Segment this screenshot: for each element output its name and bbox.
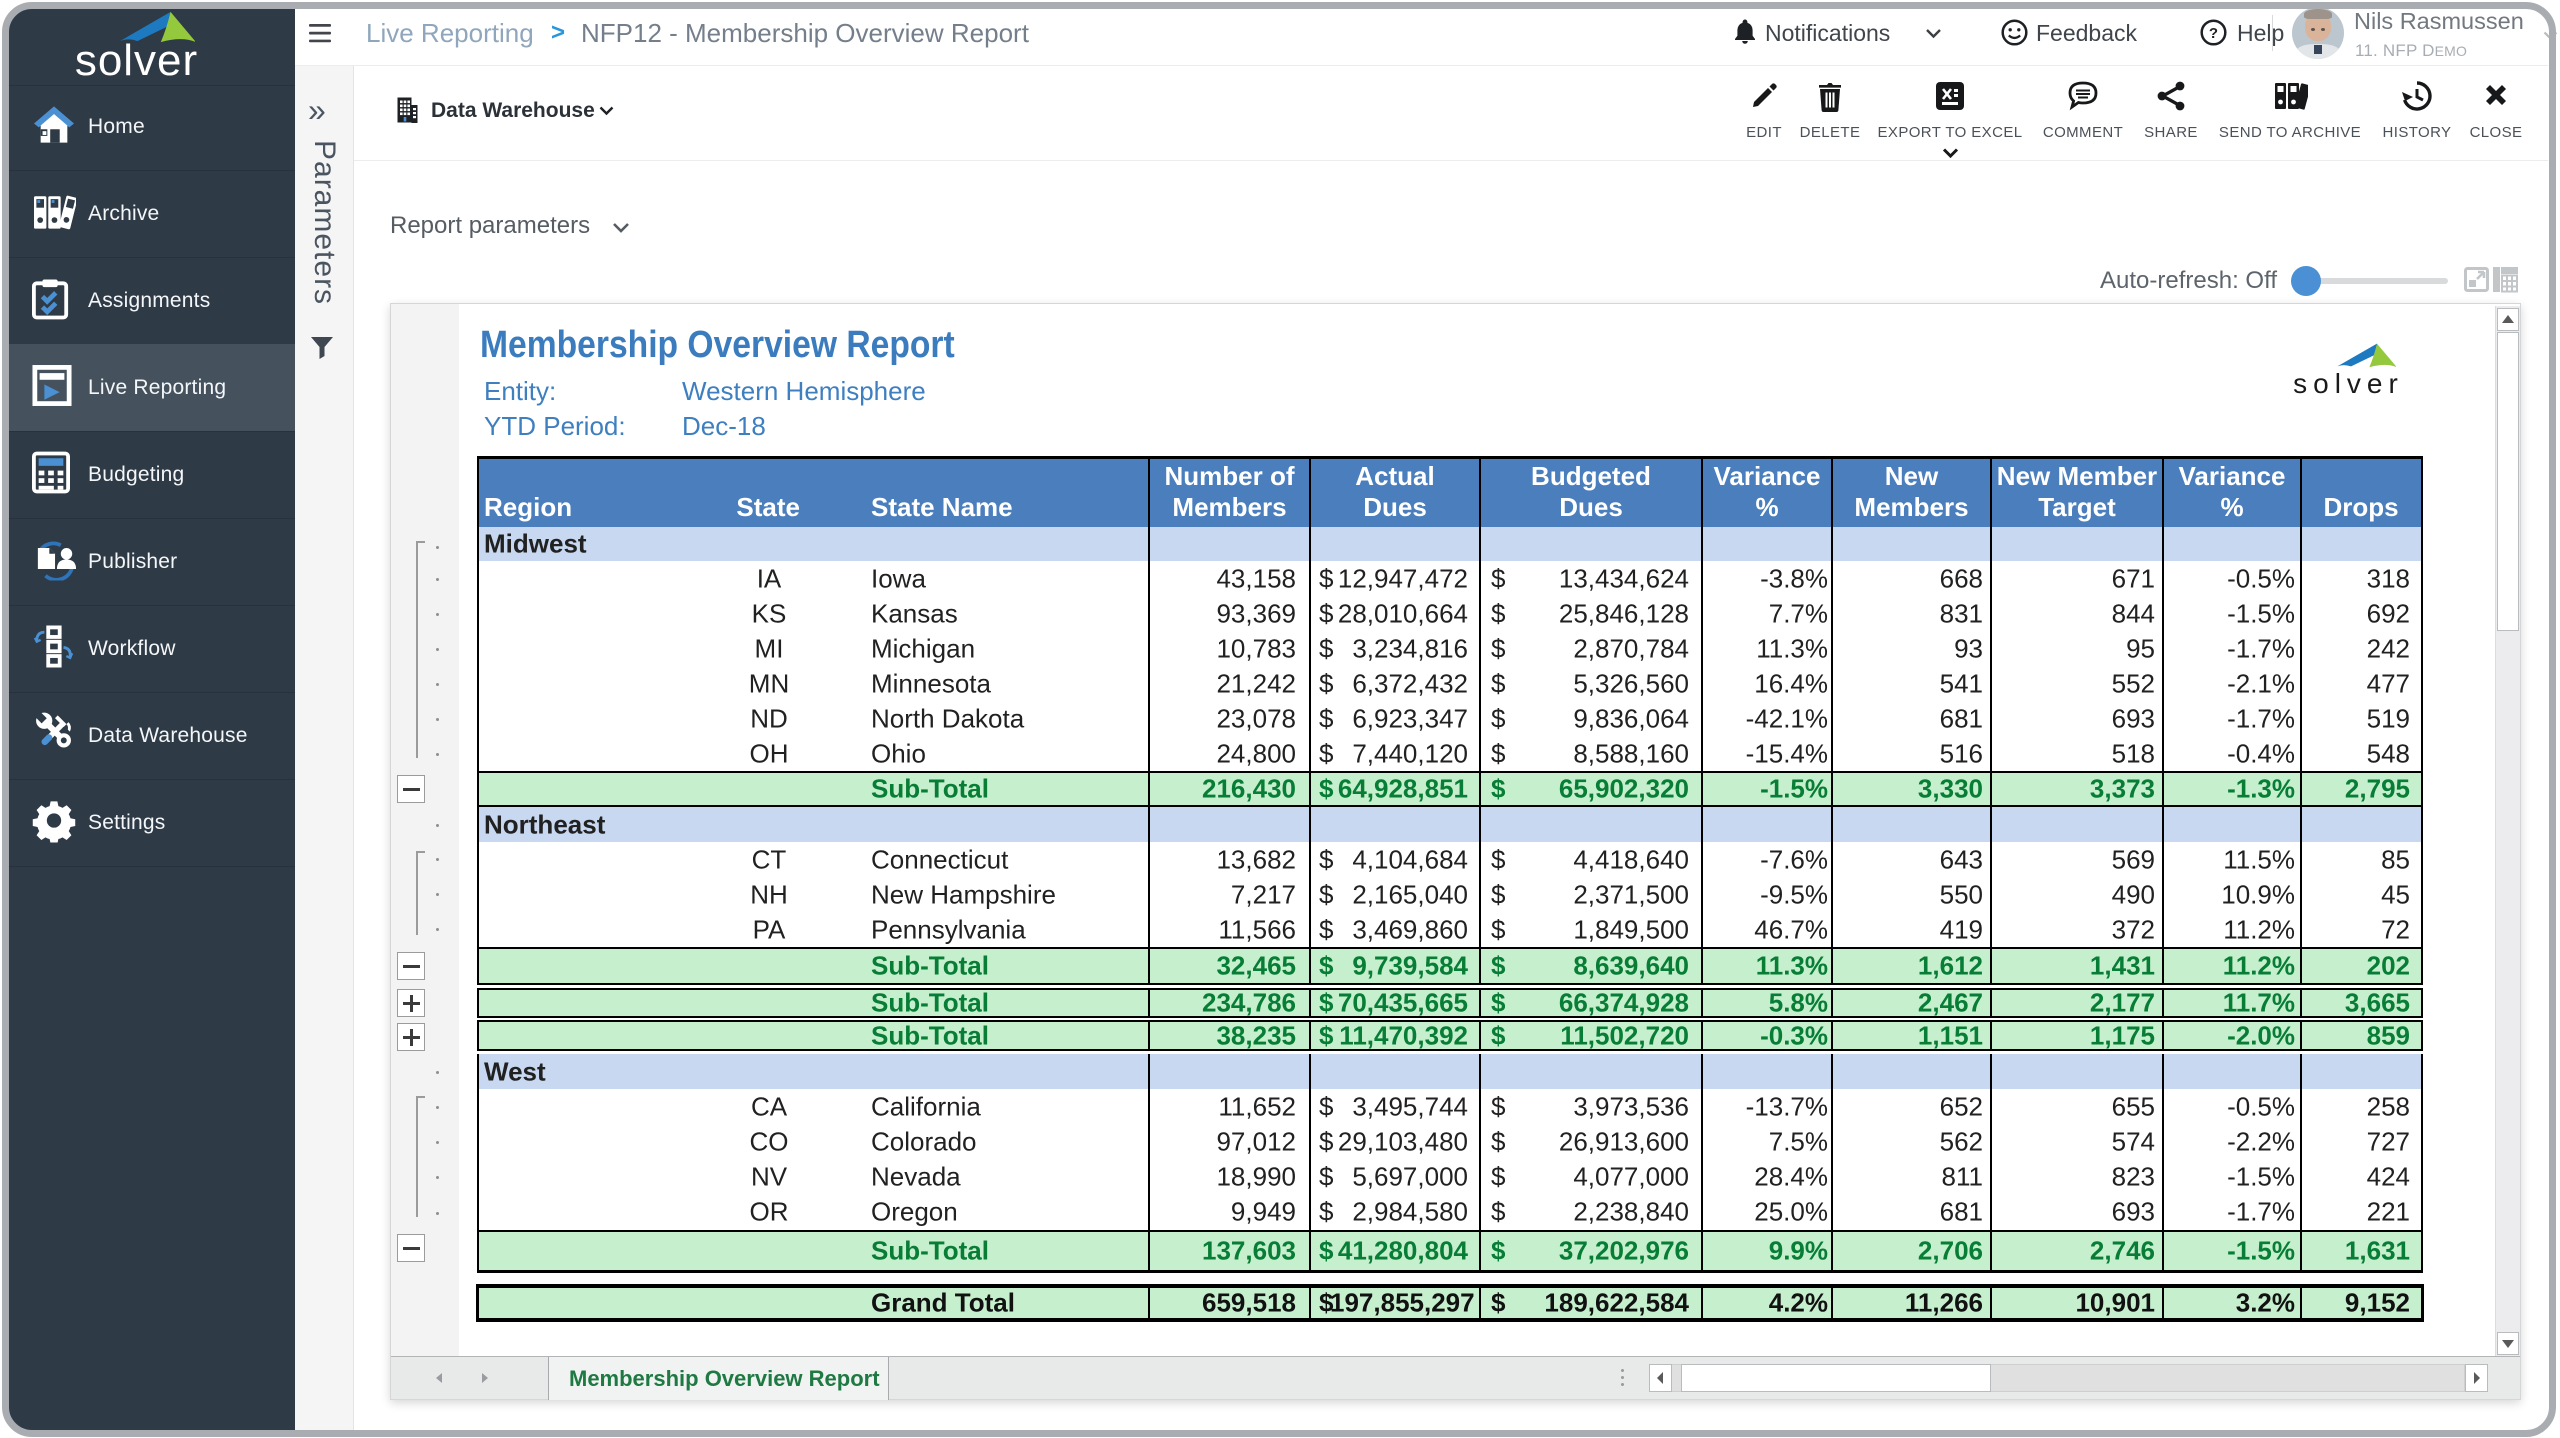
svg-text:?: ?: [2209, 25, 2218, 42]
